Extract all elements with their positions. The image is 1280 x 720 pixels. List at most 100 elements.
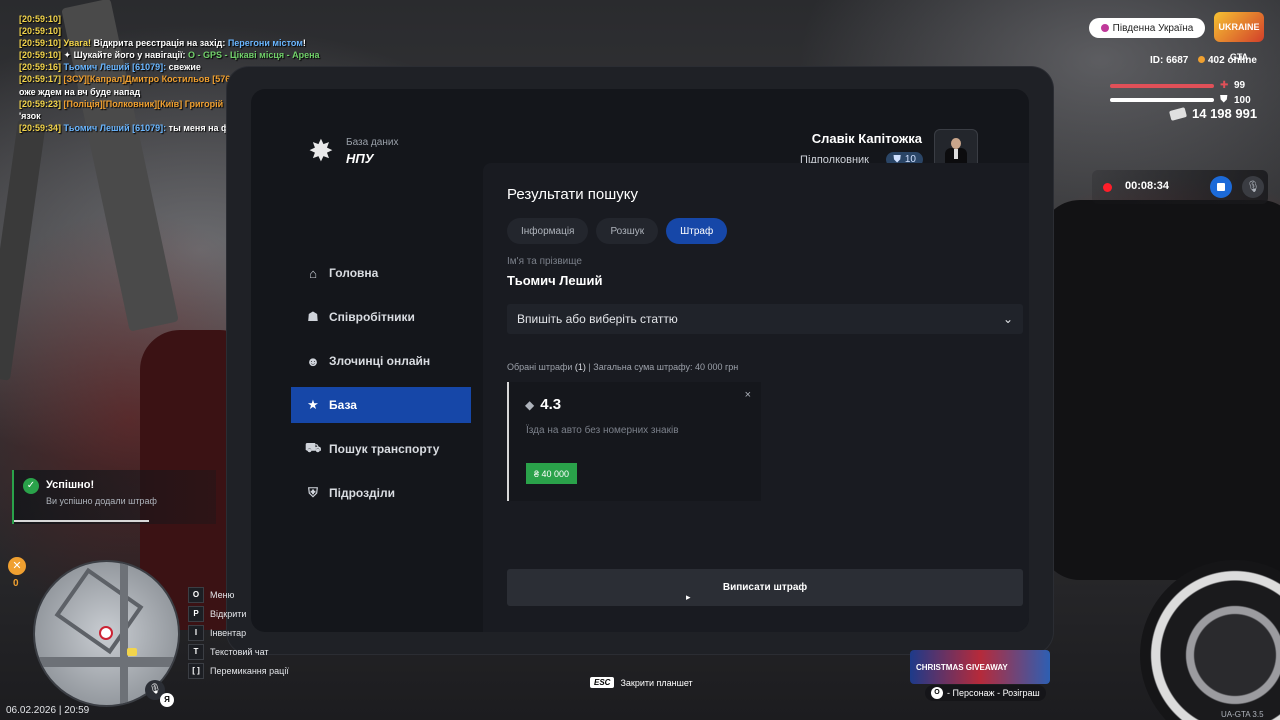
nav-item-1[interactable]: ⌂ Головна <box>291 255 471 291</box>
chat-time: [20:59:16] <box>19 62 62 73</box>
chat-time: [20:59:10] <box>19 38 62 49</box>
article-select[interactable]: Впишіть або виберіть статтю ⌄ <box>507 304 1023 334</box>
fine-description: Їзда на авто без номерних знаків <box>526 425 679 436</box>
keybind-label: Меню <box>210 590 235 600</box>
keybind-row: P Відкрити <box>188 606 289 622</box>
armor-value: 100 <box>1234 95 1251 106</box>
armor-bar <box>1110 98 1214 102</box>
chat-time: [20:59:10] <box>19 50 62 61</box>
tab-2[interactable]: Розшук <box>596 218 659 244</box>
giveaway-banner[interactable]: CHRISTMAS GIVEAWAY <box>910 650 1050 684</box>
car-body <box>1040 200 1280 580</box>
fine-amount: ₴ 40 000 <box>526 463 578 484</box>
home-icon: ⌂ <box>309 265 317 281</box>
keybind-row: T Текстовий чат <box>188 644 289 660</box>
tablet-screen: ✸ База даних НПУ Славік Капітожка Підпол… <box>251 89 1029 632</box>
chat-text: Тьомич Леший [61079]: <box>61 122 169 133</box>
keybind-key: P <box>188 606 204 622</box>
chat-time: [20:59:10] <box>19 14 62 24</box>
page-title: Результати пошуку <box>507 186 638 203</box>
keybind-key: [ ] <box>188 663 204 679</box>
keybind-row: [ ] Перемикання рації <box>188 663 289 679</box>
user-name: Славік Капітожка <box>811 131 922 146</box>
nav-item-3[interactable]: ☻ Злочинці онлайн <box>291 343 471 379</box>
tree-trunk <box>0 119 46 381</box>
tab-3[interactable]: Штраф <box>666 218 728 244</box>
keybind-list: O Меню P Відкрити I Інвентар T Текстовий чат [ ]… <box>188 587 289 683</box>
game-logo: UKRAINE GTA <box>1214 12 1264 62</box>
chat-time: [20:59:23] <box>19 98 62 109</box>
nav-item-6[interactable]: ⛨ Підрозділи <box>291 475 471 511</box>
issue-fine-button[interactable]: Виписати штраф <box>507 569 1023 606</box>
article-select-placeholder: Впишіть або виберіть статтю <box>517 312 678 326</box>
nav-label: Співробітники <box>329 310 415 324</box>
name-value: Тьомич Леший <box>507 273 603 288</box>
heart-icon: ✚ <box>1220 80 1229 91</box>
remove-fine-button[interactable]: × <box>745 389 751 401</box>
chat-line: [20:59:10] Увага! Відкрита реєстрація на… <box>19 37 404 49</box>
car-wheel <box>1140 560 1280 720</box>
nav-item-5[interactable]: ⛟ Пошук транспорту <box>291 431 471 467</box>
server-name: Південна Україна <box>1112 22 1194 34</box>
keybind-key: O <box>188 587 204 603</box>
stop-icon <box>1217 183 1225 191</box>
brand-title: НПУ <box>346 151 374 166</box>
nav-item-2[interactable]: ☗ Співробітники <box>291 299 471 335</box>
criminal-icon: ☻ <box>306 353 320 369</box>
police-star-icon: ✸ <box>308 135 334 168</box>
money-value: 14 198 991 <box>1192 106 1258 121</box>
stop-record-button[interactable] <box>1210 176 1232 198</box>
chevron-down-icon: ⌄ <box>1002 312 1013 326</box>
name-label: Ім'я та прізвище <box>507 256 582 267</box>
vehicle-marker-icon <box>127 648 137 656</box>
summary-total: | Загальна сума штрафу: 40 000 грн <box>585 362 739 372</box>
sidebar-nav: ⌂ Головна ☗ Співробітники ☻ Злочинці онлайн ★ Б… <box>291 255 471 519</box>
fine-card: ◆ 4.3 × Їзда на авто без номерних знаків… <box>507 382 761 501</box>
tablet: ✸ База даних НПУ Славік Капітожка Підпол… <box>227 67 1053 654</box>
notification-text: Ви успішно додали штраф <box>46 496 157 506</box>
health-bar <box>1110 84 1214 88</box>
nav-label: Злочинці онлайн <box>329 354 431 368</box>
chat-text: ✦ Шукайте його у навігації: <box>61 50 189 61</box>
record-dot-icon <box>1103 183 1112 192</box>
chat-time: [20:59:34] <box>19 122 62 133</box>
chat-line: [20:59:10] ✦ Шукайте його у навігації: O… <box>19 49 404 61</box>
giveaway-key: O <box>931 687 943 699</box>
online-count: 402 online <box>1198 55 1257 66</box>
chat-text: O - GPS - Цікаві місця - Арена <box>188 50 320 61</box>
chat-text: Увага! <box>61 38 94 49</box>
game-version: UA-GTA 3.5 <box>1221 710 1264 719</box>
voice-key: Я <box>160 693 174 707</box>
online-text: 402 online <box>1208 55 1257 66</box>
chat-time: [20:59:10] <box>19 26 62 37</box>
tab-1[interactable]: Інформація <box>507 218 589 244</box>
nav-label: Головна <box>329 266 379 280</box>
chat-text: Тьомич Леший [61079]: <box>61 62 169 73</box>
chat-text: свежие <box>168 62 201 73</box>
shield-icon: ⛨ <box>308 485 318 500</box>
fine-summary: Обрані штрафи (1) | Загальна сума штрафу… <box>507 362 738 372</box>
money-display: 14 198 991 <box>1168 106 1258 121</box>
record-time: 00:08:34 <box>1125 180 1170 192</box>
brand-subtitle: База даних <box>346 137 399 148</box>
chat-text: Перегони містом <box>227 38 303 49</box>
users-icon: ☗ <box>307 309 319 324</box>
chat-text: оже ждем на вч буде напад <box>19 86 141 97</box>
server-dot-icon <box>1100 24 1109 32</box>
hunger-icon: ✕ <box>8 557 26 575</box>
chat-time: [20:59:17] <box>19 74 62 85</box>
nav-label: Підрозділи <box>329 486 395 500</box>
online-dot-icon <box>1198 56 1205 63</box>
nav-item-4[interactable]: ★ База <box>291 387 471 423</box>
chat-line: [20:59:10] <box>19 25 404 37</box>
check-icon: ✓ <box>23 478 39 494</box>
close-tablet-hint: ESC Закрити планшет <box>590 677 693 688</box>
notification-title: Успішно! <box>46 479 95 491</box>
player-id: ID: 6687 <box>1150 55 1189 66</box>
date-time: 06.02.2026 | 20:59 <box>6 705 90 716</box>
mic-muted-button[interactable]: 🎙 <box>1242 176 1264 198</box>
tag-icon: ◆ <box>525 397 535 412</box>
giveaway-label: - Персонаж - Розіграш <box>947 688 1040 698</box>
chat-text: [ЗСУ][Капрал]Дмитро Костильов [57645]: <box>61 74 249 85</box>
health-value: 99 <box>1234 80 1246 91</box>
